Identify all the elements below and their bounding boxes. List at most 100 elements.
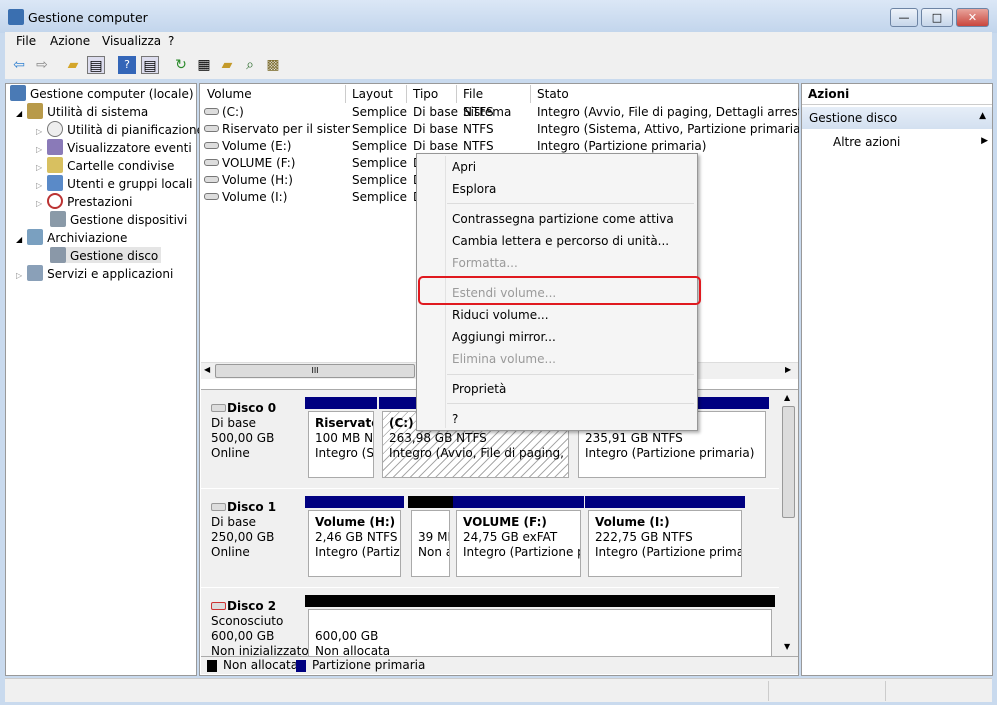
vertical-scrollbar[interactable]: ▲ ▼ xyxy=(781,392,796,654)
refresh-icon[interactable]: ↻ xyxy=(172,56,190,74)
expand-icon[interactable]: ▷ xyxy=(16,271,22,280)
cell-text: (C:) xyxy=(222,105,244,119)
menu-item-esplora[interactable]: Esplora xyxy=(452,182,496,196)
back-icon[interactable]: ⇦ xyxy=(10,56,28,74)
open-icon[interactable]: ▰ xyxy=(218,56,236,74)
menu-item-contrassegna-attiva[interactable]: Contrassegna partizione come attiva xyxy=(452,212,674,226)
tree-item-gestione-dispositivi[interactable]: Gestione dispositivi xyxy=(50,211,187,227)
scroll-up-icon[interactable]: ▲ xyxy=(784,393,790,402)
disk-icon xyxy=(211,404,226,412)
partition[interactable]: VOLUME (F:) 24,75 GB exFAT Integro (Partiz… xyxy=(456,510,581,577)
menu-file[interactable]: File xyxy=(16,34,36,48)
partition[interactable]: Volume (H:) 2,46 GB NTFS Integro (Partizio xyxy=(308,510,401,577)
column-header-volume[interactable]: Volume xyxy=(201,85,346,103)
disk-info[interactable]: Disco 1 Di base 250,00 GB Online xyxy=(203,497,303,563)
show-hide-tree-icon[interactable]: ▤ xyxy=(87,56,105,74)
cell-stato: Integro (Avvio, File di paging, Dettagli… xyxy=(537,105,799,119)
menu-item-help[interactable]: ? xyxy=(452,412,458,426)
cell-tipo: Di base xyxy=(413,139,461,153)
column-header-stato[interactable]: Stato xyxy=(531,85,798,103)
legend: Non allocata Partizione primaria xyxy=(201,656,798,674)
disk-icon xyxy=(211,503,226,511)
help-icon[interactable]: ? xyxy=(118,56,136,74)
properties-icon[interactable]: ▦ xyxy=(195,56,213,74)
menu-item-cambia-lettera[interactable]: Cambia lettera e percorso di unità... xyxy=(452,234,669,248)
menu-help[interactable]: ? xyxy=(168,34,174,48)
column-header-layout[interactable]: Layout xyxy=(346,85,407,103)
disk-info[interactable]: Disco 0 Di base 500,00 GB Online xyxy=(203,398,303,464)
cell-volume: Riservato per il sistema xyxy=(204,122,350,136)
scroll-down-icon[interactable]: ▼ xyxy=(784,642,790,651)
tree-item-pianificazione[interactable]: ▷ Utilità di pianificazione xyxy=(36,121,204,137)
disk-info[interactable]: Disco 2 Sconosciuto 600,00 GB Non inizializ… xyxy=(203,596,309,662)
menu-item-riduci-volume[interactable]: Riduci volume... xyxy=(452,308,549,322)
cell-text: Riservato per il sistema xyxy=(222,122,350,136)
partition-state: Integro (Avvio, File di paging, Dett xyxy=(389,446,568,460)
partition-size: 2,46 GB NTFS xyxy=(315,530,398,544)
tree-item-prestazioni[interactable]: ▷ Prestazioni xyxy=(36,193,132,209)
menu-item-apri[interactable]: Apri xyxy=(452,160,476,174)
collapse-up-icon[interactable]: ▲ xyxy=(979,111,986,121)
cell-layout: Semplice xyxy=(352,139,412,153)
disk-error-icon xyxy=(211,602,226,610)
forward-icon[interactable]: ⇨ xyxy=(33,56,51,74)
menu-visualizza[interactable]: Visualizza xyxy=(102,34,161,48)
settings-icon[interactable]: ▩ xyxy=(264,56,282,74)
menu-separator xyxy=(447,403,694,404)
column-header-tipo[interactable]: Tipo xyxy=(407,85,457,103)
action-altre-azioni[interactable]: Altre azioni ▶ xyxy=(833,135,988,149)
partition[interactable]: Volume (I:) 222,75 GB NTFS Integro (Partiz… xyxy=(588,510,742,577)
disk-name: Disco 1 xyxy=(227,500,277,514)
tree-item-gestione-disco[interactable]: Gestione disco xyxy=(50,247,162,263)
cell-text: VOLUME (F:) xyxy=(222,156,296,170)
scroll-thumb[interactable] xyxy=(782,406,795,518)
clock-icon xyxy=(47,121,64,137)
collapse-icon[interactable]: ◢ xyxy=(16,235,22,244)
show-hide-actions-icon[interactable]: ▤ xyxy=(141,56,159,74)
partition[interactable]: 39 MENon a xyxy=(411,510,450,577)
scroll-thumb[interactable]: III xyxy=(215,364,415,378)
volume-row[interactable]: Riservato per il sistema Semplice Di base N… xyxy=(201,121,799,138)
disk-row[interactable]: Disco 1 Di base 250,00 GB Online Volume (H:)… xyxy=(201,491,779,588)
menu-azione[interactable]: Azione xyxy=(50,34,90,48)
tree-item-gestione-computer[interactable]: Gestione computer (locale) xyxy=(10,85,194,101)
partition-title xyxy=(418,515,443,530)
tree-item-archiviazione[interactable]: ◢ Archiviazione xyxy=(16,229,127,245)
navigation-tree: Gestione computer (locale) ◢ Utilità di s… xyxy=(5,83,204,676)
volume-row[interactable]: (C:) Semplice Di base NTFS Integro (Avvio, F… xyxy=(201,104,799,121)
partition-state: Integro (Partizio xyxy=(315,545,401,559)
collapse-icon[interactable]: ◢ xyxy=(16,109,22,118)
find-icon[interactable]: ⌕ xyxy=(241,56,259,74)
up-folder-icon[interactable]: ▰ xyxy=(64,56,82,74)
expand-icon[interactable]: ▷ xyxy=(36,127,42,136)
maximize-button[interactable]: □ xyxy=(921,8,953,27)
partition-size: 600,00 GB xyxy=(315,629,379,643)
tree-item-label: Servizi e applicazioni xyxy=(47,267,174,281)
scroll-left-icon[interactable]: ◀ xyxy=(204,365,210,374)
expand-icon[interactable]: ▷ xyxy=(36,181,42,190)
users-icon xyxy=(47,175,64,191)
cell-volume: Volume (I:) xyxy=(204,190,350,204)
minimize-button[interactable]: — xyxy=(890,8,918,27)
tree-item-servizi[interactable]: ▷ Servizi e applicazioni xyxy=(16,265,173,281)
tree-item-utilita-sistema[interactable]: ◢ Utilità di sistema xyxy=(16,103,148,119)
tree-item-utenti-gruppi[interactable]: ▷ Utenti e gruppi locali xyxy=(36,175,193,191)
disk-name: Disco 0 xyxy=(227,401,277,415)
scroll-right-icon[interactable]: ▶ xyxy=(785,365,791,374)
menu-separator xyxy=(447,374,694,375)
tree-item-visualizzatore-eventi[interactable]: ▷ Visualizzatore eventi xyxy=(36,139,192,155)
close-button[interactable]: ✕ xyxy=(956,8,989,27)
expand-icon[interactable]: ▷ xyxy=(36,163,42,172)
disk-type: Sconosciuto xyxy=(211,614,284,628)
actions-section-gestione-disco[interactable]: Gestione disco ▲ xyxy=(802,107,992,129)
tree-item-cartelle-condivise[interactable]: ▷ Cartelle condivise xyxy=(36,157,174,173)
partition[interactable]: Riservato100 MB NTIntegro (Si: xyxy=(308,411,374,478)
menu-item-proprieta[interactable]: Proprietà xyxy=(452,382,506,396)
menu-item-aggiungi-mirror[interactable]: Aggiungi mirror... xyxy=(452,330,556,344)
expand-icon[interactable]: ▷ xyxy=(36,199,42,208)
cell-volume: (C:) xyxy=(204,105,350,119)
drive-icon xyxy=(204,159,219,166)
cell-text: Semplice xyxy=(352,105,407,119)
expand-icon[interactable]: ▷ xyxy=(36,145,42,154)
column-header-file-sistema[interactable]: File Sistema xyxy=(457,85,531,119)
